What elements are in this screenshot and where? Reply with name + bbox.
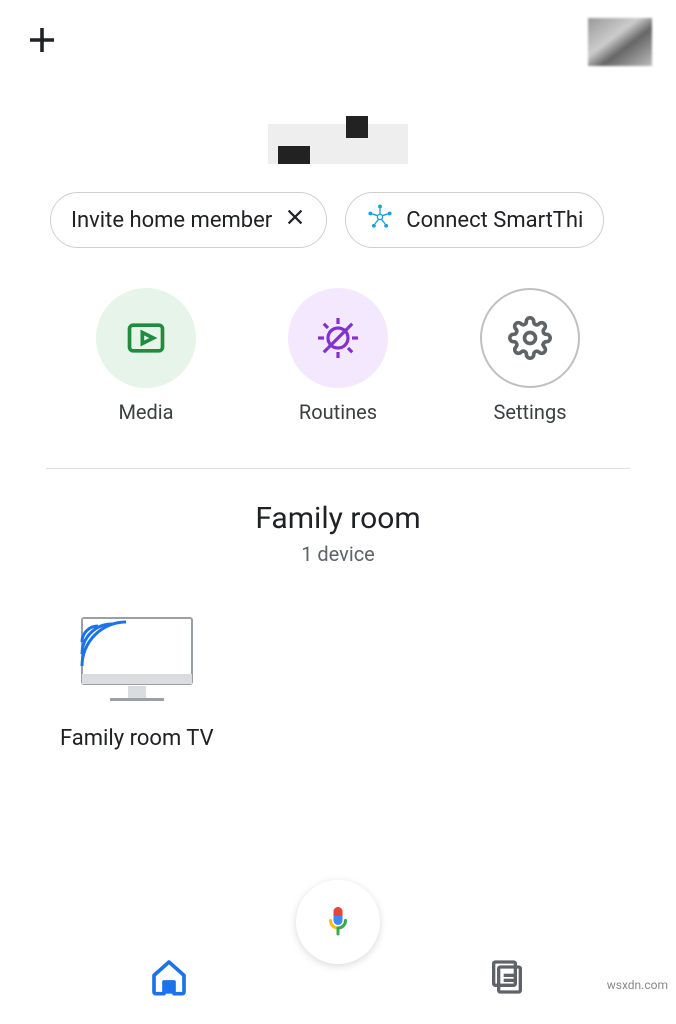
watermark: wsxdn.com	[607, 978, 668, 992]
chip-label: Connect SmartThi	[406, 208, 583, 233]
home-icon	[149, 957, 189, 997]
shortcut-label: Routines	[299, 400, 377, 424]
room-device-count: 1 device	[0, 542, 676, 566]
bottom-nav	[0, 934, 676, 1024]
room-section: Family room 1 device	[0, 469, 676, 566]
top-bar	[0, 0, 676, 84]
routines-shortcut[interactable]: Routines	[288, 288, 388, 424]
device-family-room-tv[interactable]: Family room TV	[60, 612, 214, 751]
media-icon	[96, 288, 196, 388]
routines-icon	[288, 288, 388, 388]
gear-icon	[480, 288, 580, 388]
feed-icon	[487, 957, 527, 997]
chip-label: Invite home member	[71, 208, 272, 233]
account-avatar[interactable]	[588, 18, 652, 66]
invite-home-member-chip[interactable]: Invite home member	[50, 192, 327, 248]
settings-shortcut[interactable]: Settings	[480, 288, 580, 424]
devices-grid: Family room TV	[0, 566, 676, 797]
home-name[interactable]	[0, 84, 676, 182]
home-name-text	[268, 124, 408, 164]
nav-home[interactable]	[149, 957, 189, 1001]
room-title: Family room	[0, 501, 676, 536]
device-label: Family room TV	[60, 726, 214, 751]
shortcut-label: Settings	[493, 400, 566, 424]
add-icon[interactable]	[24, 22, 60, 62]
media-shortcut[interactable]: Media	[96, 288, 196, 424]
shortcut-label: Media	[118, 400, 173, 424]
smartthings-icon	[366, 203, 394, 237]
close-icon[interactable]	[284, 206, 306, 234]
nav-feed[interactable]	[487, 957, 527, 1001]
connect-smartthings-chip[interactable]: Connect SmartThi	[345, 192, 604, 248]
chromecast-tv-icon	[72, 612, 202, 708]
shortcuts-row: Media Routines Settings	[0, 258, 676, 434]
suggestion-chips-row: Invite home member Connect SmartTh	[0, 182, 676, 258]
